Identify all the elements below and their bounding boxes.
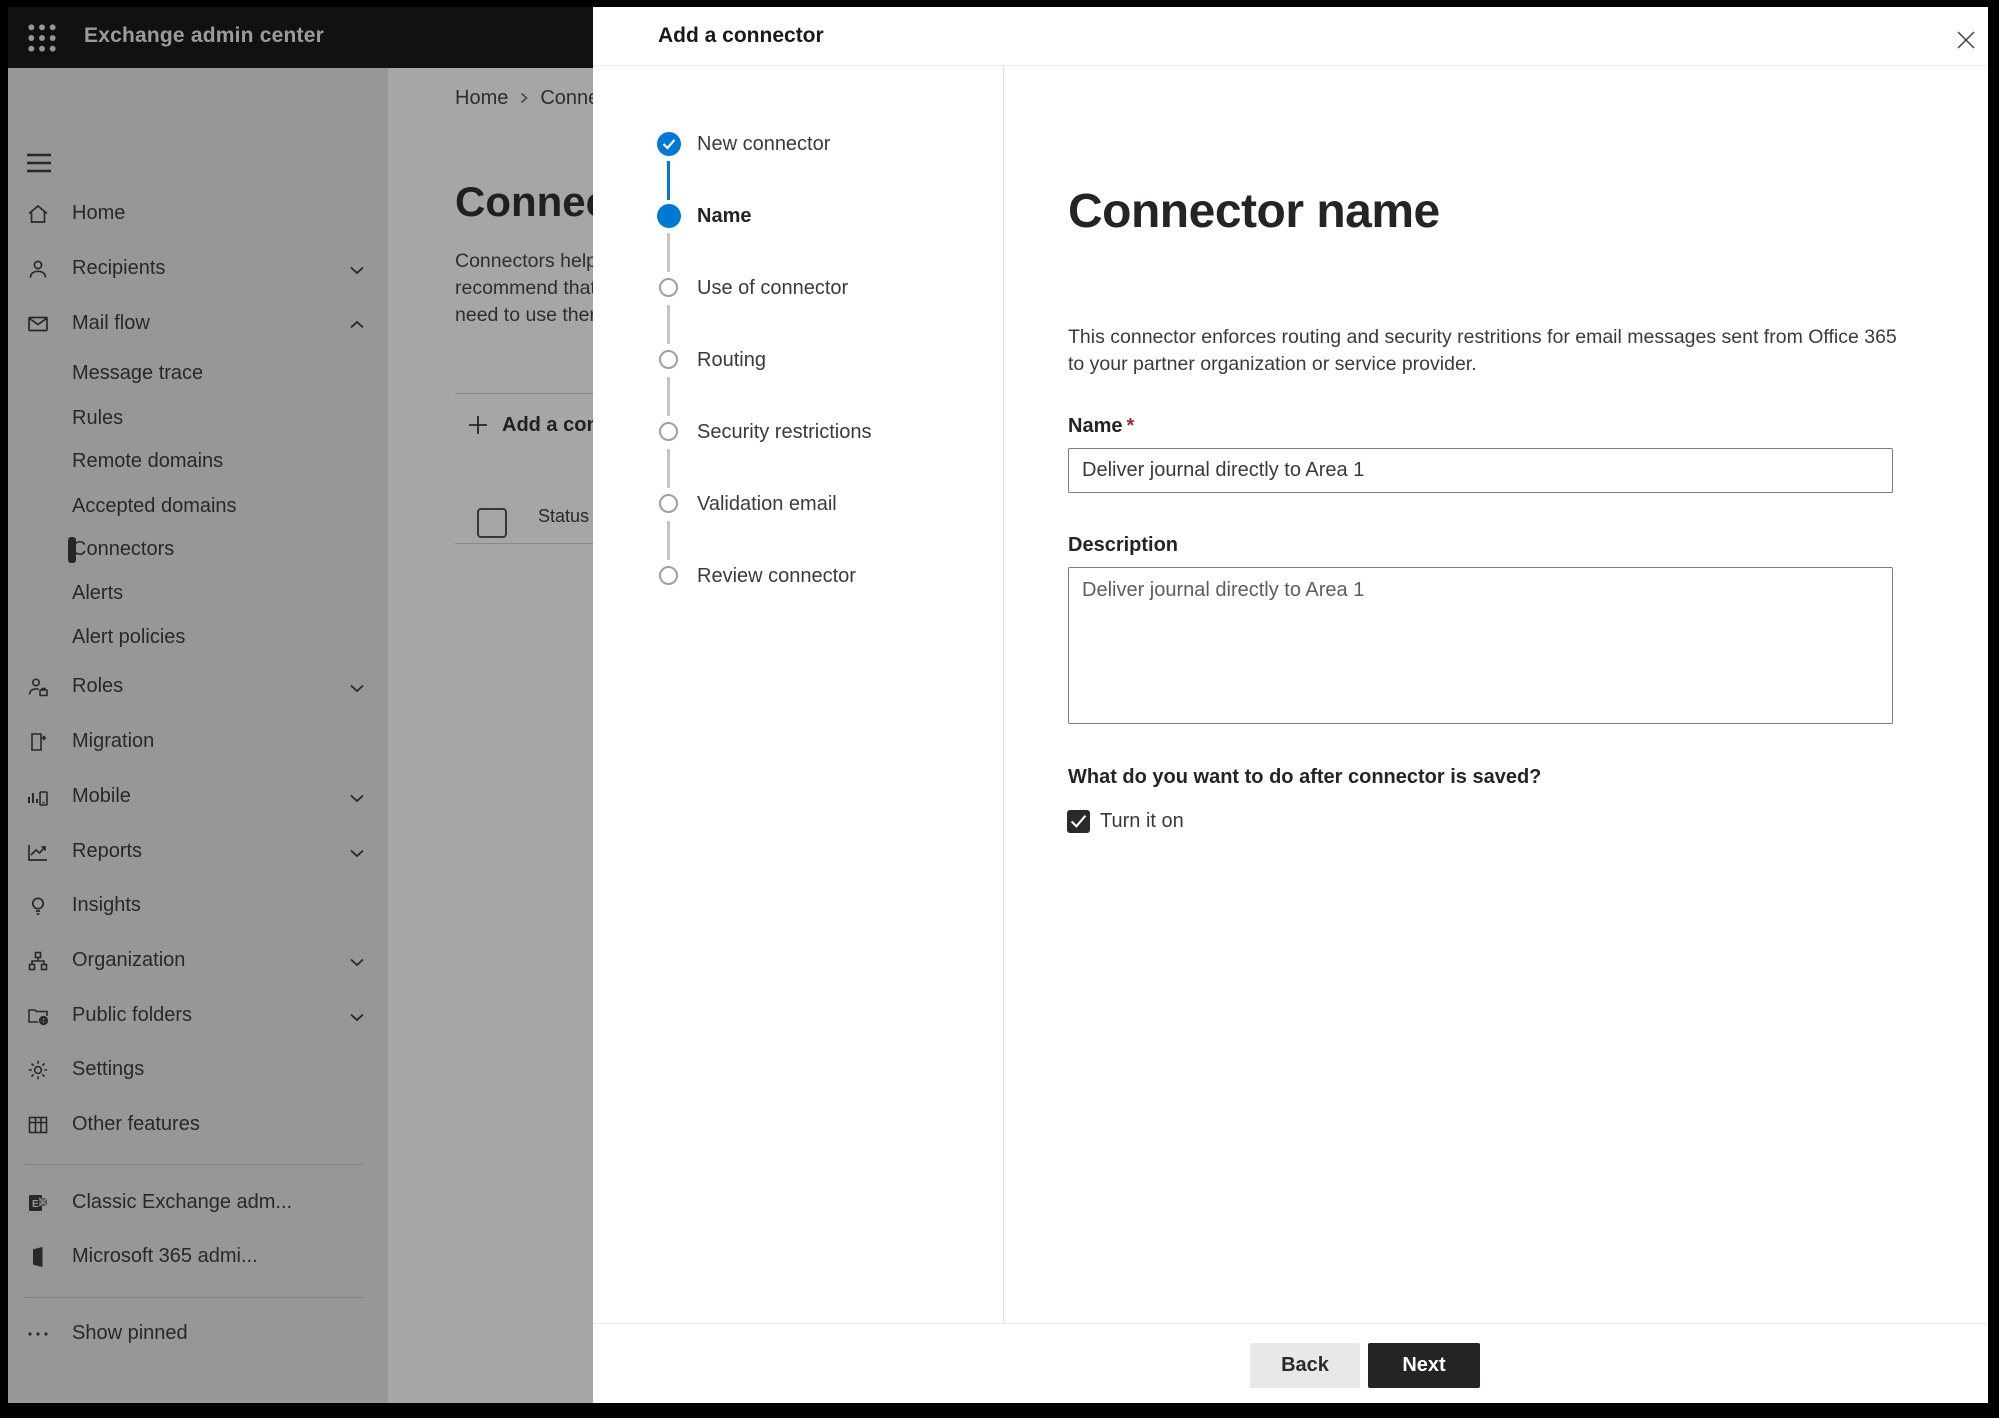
step-current-icon <box>657 204 681 228</box>
wizard-page-description: This connector enforces routing and secu… <box>1068 326 1897 375</box>
step-validation-email[interactable]: Validation email <box>593 492 1004 516</box>
step-review-connector[interactable]: Review connector <box>593 564 1004 588</box>
step-upcoming-icon <box>659 494 678 513</box>
step-security-restrictions[interactable]: Security restrictions <box>593 420 1004 444</box>
step-connector-line <box>667 521 670 560</box>
required-asterisk: * <box>1126 415 1135 437</box>
wizard-steps: New connector Name Use of connector Rout… <box>593 66 1004 1323</box>
step-use-of-connector[interactable]: Use of connector <box>593 276 1004 300</box>
step-upcoming-icon <box>659 566 678 585</box>
step-routing[interactable]: Routing <box>593 348 1004 372</box>
step-new-connector[interactable]: New connector <box>593 132 1004 156</box>
step-upcoming-icon <box>659 350 678 369</box>
turn-it-on-checkbox[interactable] <box>1067 810 1090 833</box>
description-textarea[interactable]: Deliver journal directly to Area 1 <box>1068 567 1893 724</box>
close-icon[interactable] <box>1953 27 1979 53</box>
after-save-question: What do you want to do after connector i… <box>1068 766 1542 788</box>
step-connector-line <box>667 377 670 416</box>
turn-it-on-label: Turn it on <box>1100 810 1184 832</box>
step-connector-line <box>667 233 670 272</box>
add-connector-modal: Add a connector New connector Name Use o… <box>593 7 1988 1403</box>
name-field-label: Name * <box>1068 415 1135 437</box>
step-upcoming-icon <box>659 422 678 441</box>
next-button[interactable]: Next <box>1368 1343 1480 1388</box>
step-name[interactable]: Name <box>593 204 1004 228</box>
step-connector-line <box>667 305 670 344</box>
app-window: Exchange admin center Home Recipients Ma… <box>8 7 1988 1403</box>
back-button[interactable]: Back <box>1250 1343 1360 1388</box>
description-field-label: Description <box>1068 534 1179 556</box>
modal-title: Add a connector <box>658 24 824 47</box>
step-completed-icon <box>657 132 681 156</box>
modal-footer-divider <box>593 1323 1988 1324</box>
wizard-page-title: Connector name <box>1068 185 1440 238</box>
name-input[interactable]: Deliver journal directly to Area 1 <box>1068 448 1893 493</box>
step-upcoming-icon <box>659 278 678 297</box>
step-connector-line <box>667 449 670 488</box>
step-connector-line <box>667 161 670 200</box>
